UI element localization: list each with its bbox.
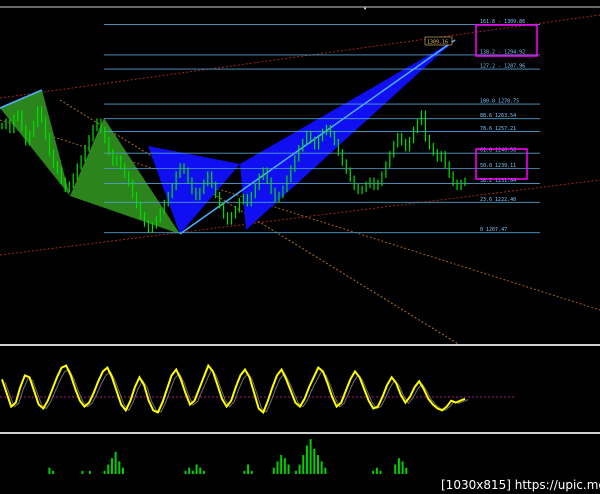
- volume-bar: [88, 470, 91, 474]
- volume-bar: [283, 458, 286, 474]
- volume-bar: [280, 455, 283, 474]
- volume-bar: [184, 470, 187, 474]
- volume-bar: [191, 470, 194, 474]
- trading-chart: • 161.8 - 1309.86 138.2 - 1294.92 127.2 - …: [0, 0, 600, 494]
- volume-bar: [401, 461, 404, 474]
- volume-bar: [298, 464, 301, 474]
- volume-bar: [121, 467, 124, 474]
- volume-bar: [324, 467, 327, 474]
- volume-bar: [405, 467, 408, 474]
- volume-bar: [114, 451, 117, 474]
- top-marker-icon: •: [363, 5, 367, 13]
- volume-bar: [48, 467, 51, 474]
- fib-level-label: 138.2 - 1294.92: [480, 49, 525, 55]
- volume-bar: [188, 467, 191, 474]
- volume-bar: [250, 470, 253, 474]
- volume-bar: [313, 448, 316, 474]
- fib-level-label: 127.2 - 1287.96: [480, 64, 525, 70]
- volume-bar: [302, 455, 305, 474]
- volume-bar: [199, 467, 202, 474]
- price-tag-label: 1309.16: [427, 40, 448, 46]
- volume-bar: [320, 461, 323, 474]
- fib-level-label: 88.6 1263.54: [480, 113, 516, 119]
- fib-level-label: 161.8 - 1309.86: [480, 19, 525, 25]
- volume-bar: [394, 464, 397, 474]
- volume-bar: [81, 470, 84, 474]
- volume-bar: [107, 464, 110, 474]
- fib-level-label: 0 1207.47: [480, 227, 507, 233]
- volume-bar: [195, 464, 198, 474]
- volume-bar: [379, 470, 382, 474]
- volume-bar: [287, 464, 290, 474]
- volume-bar: [103, 470, 106, 474]
- watermark-label: [1030x815] https://upic.me/: [441, 478, 600, 492]
- volume-bar: [397, 458, 400, 474]
- volume-bar: [272, 467, 275, 474]
- fib-level-label: 100.0 1270.75: [480, 99, 519, 105]
- volume-bar: [243, 470, 246, 474]
- volume-bar: [309, 439, 312, 474]
- volume-bar: [202, 470, 205, 474]
- volume-bar: [110, 458, 113, 474]
- volume-bar: [305, 445, 308, 474]
- volume-bar: [276, 461, 279, 474]
- volume-bar: [294, 470, 297, 474]
- fib-level-label: 50.0 1239.11: [480, 163, 516, 169]
- volume-bar: [372, 470, 375, 474]
- volume-bar: [52, 470, 55, 474]
- volume-bar: [247, 464, 250, 474]
- fib-level-label: 23.6 1222.40: [480, 197, 516, 203]
- volume-bar: [118, 461, 121, 474]
- fib-level-label: 78.6 1257.21: [480, 126, 516, 132]
- volume-bar: [375, 467, 378, 474]
- volume-bar: [316, 455, 319, 474]
